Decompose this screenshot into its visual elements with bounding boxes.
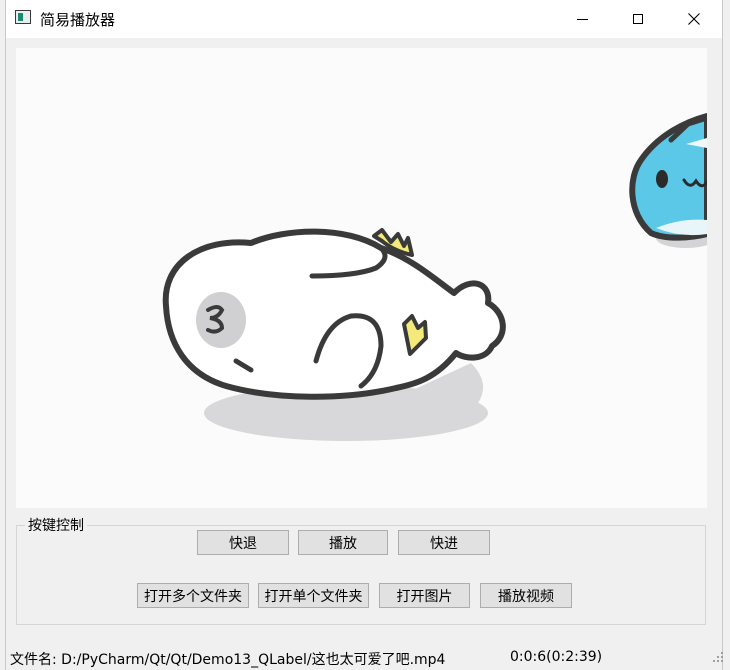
minimize-icon <box>576 18 588 20</box>
fast-forward-button[interactable]: 快进 <box>398 530 490 555</box>
open-multiple-folders-button[interactable]: 打开多个文件夹 <box>137 583 249 608</box>
maximize-button[interactable] <box>615 0 661 38</box>
play-video-button[interactable]: 播放视频 <box>480 583 572 608</box>
groupbox-title: 按键控制 <box>25 515 87 535</box>
open-image-button[interactable]: 打开图片 <box>379 583 470 608</box>
video-frame <box>162 113 707 441</box>
status-bar: 文件名: D:/PyCharm/Qt/Qt/Demo13_QLabel/这也太可… <box>0 646 730 670</box>
video-display[interactable] <box>16 48 707 508</box>
title-bar[interactable]: 简易播放器 <box>6 0 722 38</box>
app-window: 简易播放器 按键控制 快退 播放 快进 打开多个文件夹 打开单个文件夹 打开图片… <box>5 0 723 670</box>
close-icon <box>688 13 700 25</box>
play-button[interactable]: 播放 <box>298 530 388 555</box>
close-button[interactable] <box>671 0 717 38</box>
white-seal-cartoon-icon <box>162 228 506 441</box>
resize-grip-icon[interactable] <box>712 652 724 664</box>
maximize-icon <box>633 14 643 24</box>
file-label: 文件名: <box>10 652 57 668</box>
app-icon <box>15 10 31 24</box>
status-file-name: 文件名: D:/PyCharm/Qt/Qt/Demo13_QLabel/这也太可… <box>10 649 445 669</box>
playback-time: 0:0:6(0:2:39) <box>510 649 603 665</box>
open-single-folder-button[interactable]: 打开单个文件夹 <box>258 583 369 608</box>
rewind-button[interactable]: 快退 <box>197 530 289 555</box>
minimize-button[interactable] <box>559 0 605 38</box>
window-title: 简易播放器 <box>40 11 116 29</box>
file-path: D:/PyCharm/Qt/Qt/Demo13_QLabel/这也太可爱了吧.m… <box>61 652 446 668</box>
blue-fish-cartoon-icon <box>629 113 707 248</box>
